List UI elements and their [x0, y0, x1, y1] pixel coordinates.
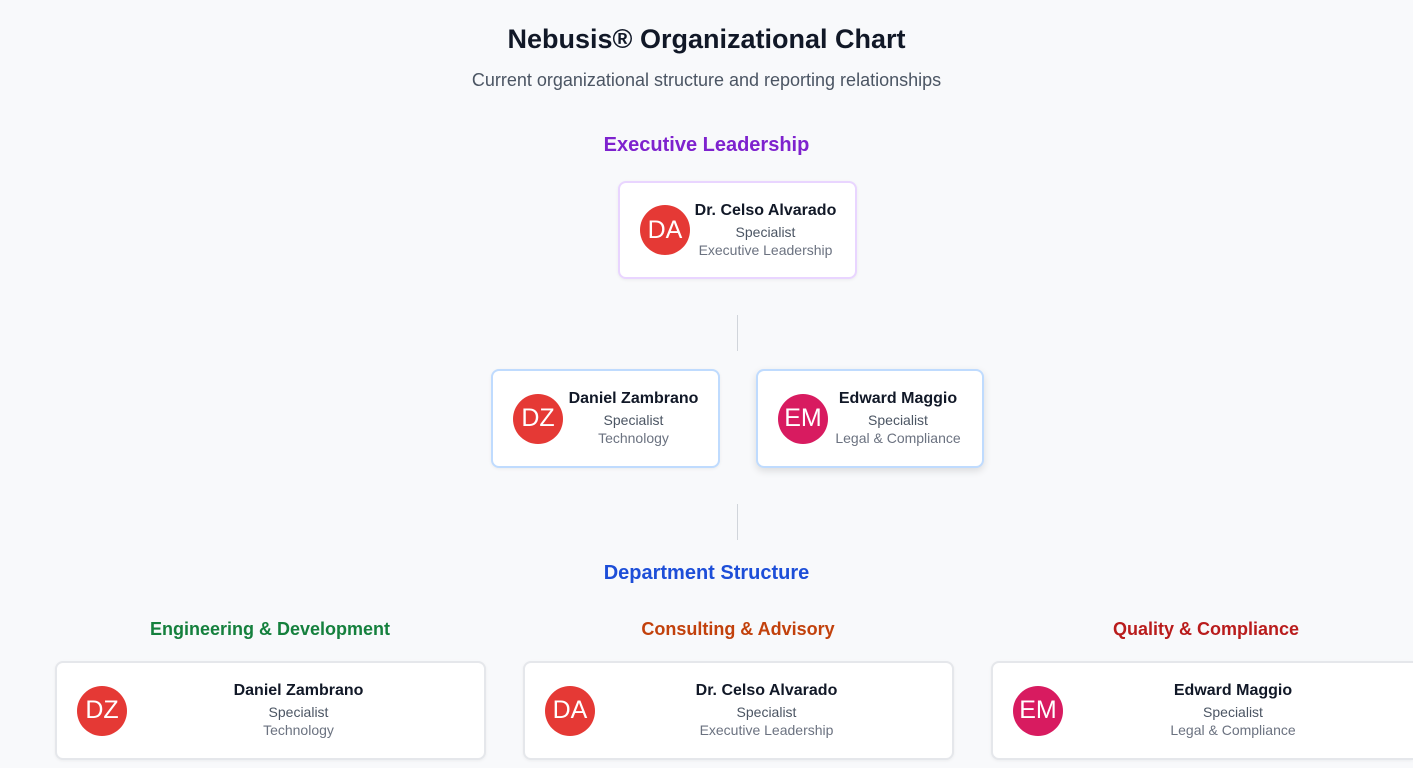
person-info: Edward Maggio Specialist Legal & Complia… [1063, 682, 1413, 739]
department-title-consulting: Consulting & Advisory [641, 619, 835, 639]
department-member-card[interactable]: EM Edward Maggio Specialist Legal & Comp… [991, 661, 1413, 760]
avatar: EM [778, 393, 828, 444]
department-title-quality: Quality & Compliance [1112, 619, 1300, 639]
avatar: EM [1013, 685, 1063, 736]
page-subtitle: Current organizational structure and rep… [471, 70, 942, 90]
person-department: Legal & Compliance [1170, 722, 1296, 738]
department-member-card[interactable]: DA Dr. Celso Alvarado Specialist Executi… [523, 661, 954, 760]
person-role: Specialist [736, 704, 797, 720]
person-department: Technology [598, 430, 669, 446]
person-info: Daniel Zambrano Specialist Technology [127, 682, 484, 739]
avatar: DA [640, 205, 690, 255]
person-role: Specialist [1203, 704, 1263, 720]
department-title-engineering: Engineering & Development [149, 619, 391, 639]
person-info: Dr. Celso Alvarado Specialist Executive … [690, 202, 855, 259]
person-department: Technology [263, 722, 334, 738]
person-role: Specialist [868, 412, 928, 428]
department-heading: Department Structure [603, 562, 810, 584]
person-name: Daniel Zambrano [233, 682, 364, 699]
direct-report-card[interactable]: EM Edward Maggio Specialist Legal & Comp… [756, 369, 984, 468]
person-name: Dr. Celso Alvarado [695, 682, 838, 699]
person-role: Specialist [603, 412, 664, 428]
person-name: Dr. Celso Alvarado [694, 201, 837, 219]
connector-line [737, 315, 738, 351]
person-role: Specialist [735, 223, 796, 240]
person-name: Daniel Zambrano [568, 390, 699, 407]
person-department: Executive Leadership [699, 722, 834, 738]
person-department: Executive Leadership [698, 241, 833, 258]
person-info: Edward Maggio Specialist Legal & Complia… [828, 390, 982, 447]
person-role: Specialist [268, 704, 329, 720]
page-title: Nebusis® Organizational Chart [507, 24, 906, 54]
department-member-card[interactable]: DZ Daniel Zambrano Specialist Technology [55, 661, 486, 760]
person-department: Legal & Compliance [835, 430, 961, 446]
avatar: DA [545, 685, 595, 736]
person-info: Dr. Celso Alvarado Specialist Executive … [595, 682, 952, 739]
person-name: Edward Maggio [1173, 682, 1293, 699]
org-chart-page: Nebusis® Organizational Chart Current or… [0, 0, 1413, 768]
person-info: Daniel Zambrano Specialist Technology [563, 390, 718, 447]
avatar: DZ [513, 393, 563, 444]
person-name: Edward Maggio [838, 390, 958, 407]
avatar: DZ [77, 685, 127, 736]
executive-heading: Executive Leadership [603, 134, 810, 156]
direct-report-card[interactable]: DZ Daniel Zambrano Specialist Technology [491, 369, 720, 468]
connector-line [737, 504, 738, 540]
executive-leader-card[interactable]: DA Dr. Celso Alvarado Specialist Executi… [618, 181, 857, 279]
